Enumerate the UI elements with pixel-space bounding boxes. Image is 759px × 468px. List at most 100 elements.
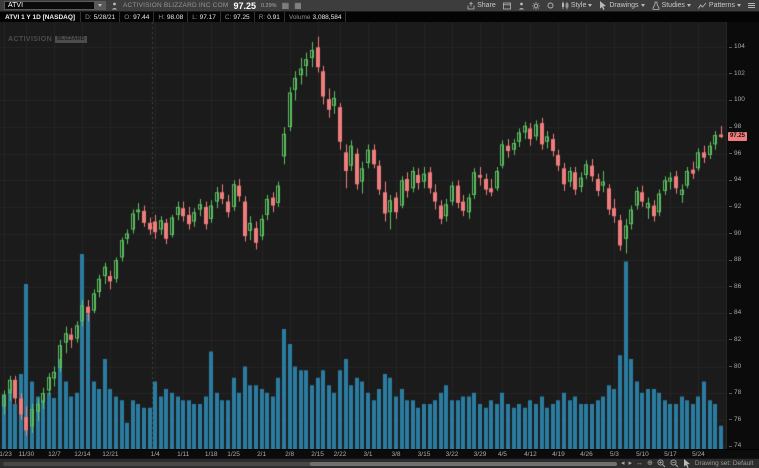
alerts-icon[interactable] [547,2,554,9]
watermark: ACTIVISION BLIZZARD [8,36,87,43]
time-tick-label: 5/17 [664,451,677,458]
zoom-out-icon[interactable] [670,459,679,468]
time-tick-label: 2/1 [257,451,267,458]
panel-icon[interactable] [502,2,511,10]
share-icon [467,1,475,9]
data-cell: R: 0.91 [255,12,285,22]
grid-layout-icon-2[interactable]: ▦ [294,1,302,10]
current-price-bubble: 97.25 [728,132,748,142]
price-tick-label: 98 [728,123,742,131]
time-tick-label: 4/19 [552,451,565,458]
studies-button[interactable]: Studies [652,1,691,10]
toolbar-right: Share Style Drawings Studies Patterns [467,1,755,10]
patterns-button[interactable]: Patterns [698,2,741,10]
time-tick-label: 3/15 [417,451,431,458]
time-tick-label: 4/26 [580,451,593,458]
price-tick-label: 100 [729,96,745,104]
time-tick-label: 3/22 [445,451,459,458]
company-name: ACTIVISION BLIZZARD INC COM [123,2,229,9]
chart-style-icon [561,1,569,10]
chevron-down-icon [97,4,102,7]
time-tick-label: 4/5 [497,451,507,458]
flask-icon [652,1,660,10]
price-tick-label: 82 [728,335,742,343]
time-tick-label: 3/29 [473,451,487,458]
ohlc-cells: D: 5/28/21 O: 97.44 H: 98.08 L: 97.17 C: 97.25 R: 0… [81,12,347,22]
scrollbar-thumb[interactable] [310,461,617,466]
time-tick-label: 5/3 [609,451,619,458]
symbol-input[interactable]: ATVI [5,2,94,9]
data-cell: Volume 3,088,584 [285,12,347,22]
user-icon[interactable] [518,2,525,10]
price-tick-label: 80 [728,362,742,370]
price-tick-label: 92 [728,202,742,210]
chevron-down-icon [588,4,593,7]
time-tick-label: 5/10 [636,451,649,458]
price-tick-label: 76 [728,415,742,423]
time-tick-label: 11/30 [18,451,35,458]
scrollbar-track[interactable] [3,461,617,466]
pan-left-icon[interactable]: ◂ [621,460,625,467]
cursor-icon [600,1,607,10]
zoom-in-icon[interactable] [657,459,666,468]
watermark-brand: ACTIVISION [8,36,53,43]
price-tick-label: 90 [728,229,742,237]
share-button[interactable]: Share [467,1,496,10]
expand-range-icon[interactable]: ↔ [636,460,643,467]
chevron-down-icon [686,4,691,7]
price-tick-label: 96 [728,149,742,157]
price-tick-label: 78 [728,389,742,397]
style-button[interactable]: Style [561,1,593,10]
chevron-down-icon [640,4,645,7]
price-axis[interactable]: 97.25 104 102 100 98 96 94 92 90 88 86 84 82 80 78 76 7… [726,22,759,449]
chart-title: ATVI 1 Y 1D [NASDAQ] [0,12,82,22]
time-tick-label: 1/11 [177,451,190,458]
data-cell: H: 98.08 [154,12,189,22]
pan-right-icon[interactable]: ▸ [629,460,633,467]
drawings-button[interactable]: Drawings [599,1,645,10]
time-tick-label: 1/25 [227,451,240,458]
symbol-dropdown-button[interactable] [94,2,105,9]
time-tick-label: 5/24 [692,451,705,458]
time-tick-label: 2/15 [311,451,324,458]
time-tick-label: 12/7 [48,451,61,458]
data-cell: D: 5/28/21 [81,12,121,22]
price-tick-label: 94 [728,176,742,184]
grid-layout-icon[interactable]: ▦ [282,1,290,10]
watermark-sub: BLIZZARD [55,36,87,43]
time-tick-label: 4/12 [524,451,537,458]
chart-area[interactable]: ACTIVISION BLIZZARD 97.25 104 102 100 98 96 9… [0,22,759,449]
data-cell: L: 97.17 [188,12,221,22]
time-tick-label: 3/1 [363,451,373,458]
fit-view-icon[interactable]: ⊕ [647,460,653,467]
chevron-down-icon [737,4,741,7]
chart-header-bar: ATVI 1 Y 1D [NASDAQ] D: 5/28/21 O: 97.44 H: 9… [0,12,759,22]
data-cell: C: 97.25 [221,12,255,22]
price-tick-label: 86 [728,282,742,290]
drawing-set-label: Drawing set: Default [694,460,754,467]
time-tick-label: 1/4 [150,451,160,458]
last-price: 97.25 [233,0,256,11]
menu-icon[interactable] [748,3,755,8]
time-tick-label: 11/23 [0,451,12,458]
data-cell: O: 97.44 [120,12,155,22]
chart-canvas[interactable] [0,22,727,449]
time-tick-label: 3/8 [391,451,401,458]
price-tick-label: 104 [729,43,745,51]
time-tick-label: 2/8 [285,451,295,458]
time-tick-label: 2/22 [333,451,347,458]
price-tick-label: 102 [729,69,745,77]
symbol-search[interactable]: ATVI [4,1,106,10]
change-percent: 0.29% [260,2,277,9]
cursor-tool-icon[interactable] [683,459,691,468]
time-axis[interactable]: 11/23 11/30 12/7 12/14 12/21 1/4 1/11 1/18 1/25 2… [0,449,759,458]
person-icon[interactable] [111,2,118,10]
time-tick-label: 12/21 [102,451,119,458]
top-toolbar: ATVI ACTIVISION BLIZZARD INC COM 97.25 0… [0,0,759,12]
gear-icon[interactable] [532,1,540,10]
price-tick-label: 88 [728,256,742,264]
time-tick-label: 12/14 [74,451,91,458]
price-tick-label: 84 [728,309,742,317]
status-bar: ◂ ▸ ↔ ⊕ Drawing set: Default [0,458,759,468]
patterns-icon [698,2,707,9]
